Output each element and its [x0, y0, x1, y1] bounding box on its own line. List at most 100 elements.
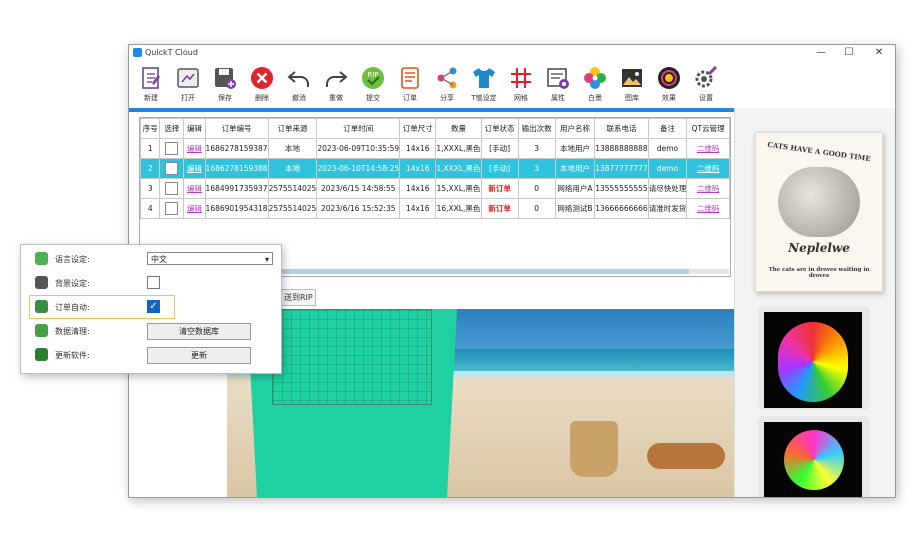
- language-icon: [35, 252, 48, 265]
- update-button[interactable]: 更新: [147, 347, 251, 364]
- column-header[interactable]: 用户名称: [554, 118, 596, 139]
- broom-icon: [35, 324, 48, 337]
- toolbar-label: 保存: [218, 94, 232, 102]
- design-title-arc: CATS HAVE A GOOD TIME: [766, 139, 872, 164]
- print-area-grid[interactable]: [272, 309, 432, 405]
- maximize-button[interactable]: ☐: [835, 47, 863, 59]
- cell-edit[interactable]: 编辑: [183, 138, 206, 159]
- qr-code-link[interactable]: 二维码: [697, 184, 720, 193]
- effect-icon: [658, 67, 680, 89]
- language-value: 中文: [151, 255, 167, 264]
- table-row[interactable]: 3 编辑 1684991735937 2575514025 2023/6/15 …: [140, 178, 730, 199]
- column-header[interactable]: 订单状态: [480, 118, 519, 139]
- toolbar-button-submit[interactable]: RIP 提交: [357, 65, 389, 107]
- toolbar-button-undo[interactable]: 撤消: [283, 65, 315, 107]
- cell-qr[interactable]: 二维码: [686, 178, 730, 199]
- toolbar-button-new[interactable]: 新建: [135, 65, 167, 107]
- edit-link[interactable]: 编辑: [187, 164, 202, 173]
- cell-order-no: 1684991735937: [204, 178, 269, 199]
- design-gallery-panel: CATS HAVE A GOOD TIME Neplelwe The cats …: [734, 108, 895, 497]
- gallery-icon: [622, 69, 642, 87]
- toolbar-label: 设置: [699, 94, 713, 102]
- edit-link[interactable]: 编辑: [187, 204, 202, 213]
- background-icon: [35, 276, 48, 289]
- toolbar-button-open[interactable]: 打开: [172, 65, 204, 107]
- design-card-cats[interactable]: CATS HAVE A GOOD TIME Neplelwe The cats …: [755, 132, 883, 292]
- table-row[interactable]: 1 编辑 1686278159387 本地 2023-06-09T10:35:5…: [140, 138, 730, 159]
- design-thumbnail-lion[interactable]: [758, 306, 870, 410]
- toolbar-button-redo[interactable]: 重做: [320, 65, 352, 107]
- save-icon: [215, 68, 236, 89]
- cell-select[interactable]: [159, 138, 185, 159]
- cell-index: 4: [140, 198, 161, 219]
- share-icon: [437, 67, 457, 89]
- background-label: 背景设定:: [55, 279, 90, 288]
- cell-source: 本地: [267, 138, 318, 159]
- qr-code-link[interactable]: 二维码: [697, 164, 720, 173]
- toolbar-button-white-ink[interactable]: 白墨: [579, 65, 611, 107]
- row-checkbox[interactable]: [165, 182, 179, 195]
- close-window-button[interactable]: ✕: [865, 47, 893, 59]
- cell-qr[interactable]: 二维码: [686, 158, 730, 179]
- column-header[interactable]: 订单来源: [267, 118, 318, 139]
- cell-edit[interactable]: 编辑: [183, 198, 206, 219]
- language-select[interactable]: 中文 ▾: [147, 252, 273, 265]
- toolbar-button-share[interactable]: 分享: [431, 65, 463, 107]
- column-header[interactable]: 订单编号: [204, 118, 269, 139]
- cell-qr[interactable]: 二维码: [686, 198, 730, 219]
- edit-link[interactable]: 编辑: [187, 144, 202, 153]
- tshirt-icon: [473, 68, 495, 88]
- settings-popup: 语言设定: 中文 ▾ 背景设定: 订单自动: ✓ 数据清理: 清空数据库 更新软…: [20, 244, 282, 374]
- qr-code-link[interactable]: 二维码: [697, 144, 720, 153]
- column-header[interactable]: QT云管理: [686, 118, 730, 139]
- column-header[interactable]: 输出次数: [517, 118, 556, 139]
- row-checkbox[interactable]: [165, 142, 179, 155]
- cell-qty: 1,XXXL,黑色: [435, 138, 482, 159]
- cell-phone: 13666666666: [594, 198, 649, 219]
- preview-guitar: [647, 443, 725, 469]
- cell-outputs: 0: [517, 198, 556, 219]
- column-header[interactable]: 订单时间: [316, 118, 401, 139]
- auto-order-label: 订单自动:: [55, 303, 90, 312]
- toolbar-button-tshirt[interactable]: T恤设定: [468, 65, 500, 107]
- redo-icon: [326, 71, 348, 87]
- column-header[interactable]: 联系电话: [594, 118, 649, 139]
- toolbar-button-delete[interactable]: 删除: [246, 65, 278, 107]
- cell-edit[interactable]: 编辑: [183, 158, 206, 179]
- toolbar-button-settings[interactable]: 设置: [690, 65, 722, 107]
- row-checkbox[interactable]: [165, 162, 179, 175]
- toolbar-button-effect[interactable]: 效果: [653, 65, 685, 107]
- row-checkbox[interactable]: [165, 202, 179, 215]
- cell-select[interactable]: [159, 158, 185, 179]
- auto-order-checkbox[interactable]: ✓: [147, 300, 160, 313]
- toolbar-button-gallery[interactable]: 图库: [616, 65, 648, 107]
- qr-code-link[interactable]: 二维码: [697, 204, 720, 213]
- send-to-rip-button[interactable]: 送到RIP: [281, 289, 316, 306]
- table-row-selected[interactable]: 2 编辑 1686278159388 本地 2023-06-10T14:58:2…: [140, 158, 730, 179]
- toolbar-button-save[interactable]: 保存: [209, 65, 241, 107]
- column-header[interactable]: 订单尺寸: [399, 118, 437, 139]
- table-row[interactable]: 4 编辑 1686901954318 2575514025 2023/6/16 …: [140, 198, 730, 219]
- design-thumbnail-skull[interactable]: [758, 416, 870, 497]
- column-header[interactable]: 选择: [159, 118, 185, 139]
- clear-database-button[interactable]: 清空数据库: [147, 323, 251, 340]
- toolbar-button-grid[interactable]: 网格: [505, 65, 537, 107]
- edit-link[interactable]: 编辑: [187, 184, 202, 193]
- cell-select[interactable]: [159, 178, 185, 199]
- accent-bar: [129, 108, 734, 112]
- cell-qr[interactable]: 二维码: [686, 138, 730, 159]
- new-doc-icon: [142, 67, 160, 89]
- column-header[interactable]: 序号: [140, 118, 161, 139]
- toolbar-button-order[interactable]: 订单: [394, 65, 426, 107]
- column-header[interactable]: 编辑: [183, 118, 206, 139]
- cell-edit[interactable]: 编辑: [183, 178, 206, 199]
- background-checkbox[interactable]: [147, 276, 160, 289]
- cell-select[interactable]: [159, 198, 185, 219]
- toolbar-label: 分享: [440, 94, 454, 102]
- column-header[interactable]: 数量: [435, 118, 482, 139]
- minimize-button[interactable]: —: [807, 47, 835, 59]
- column-header[interactable]: 备注: [647, 118, 688, 139]
- toolbar-button-properties[interactable]: 属性: [542, 65, 574, 107]
- toolbar-label: T恤设定: [471, 94, 497, 102]
- cell-note: 请尽快处理: [647, 178, 688, 199]
